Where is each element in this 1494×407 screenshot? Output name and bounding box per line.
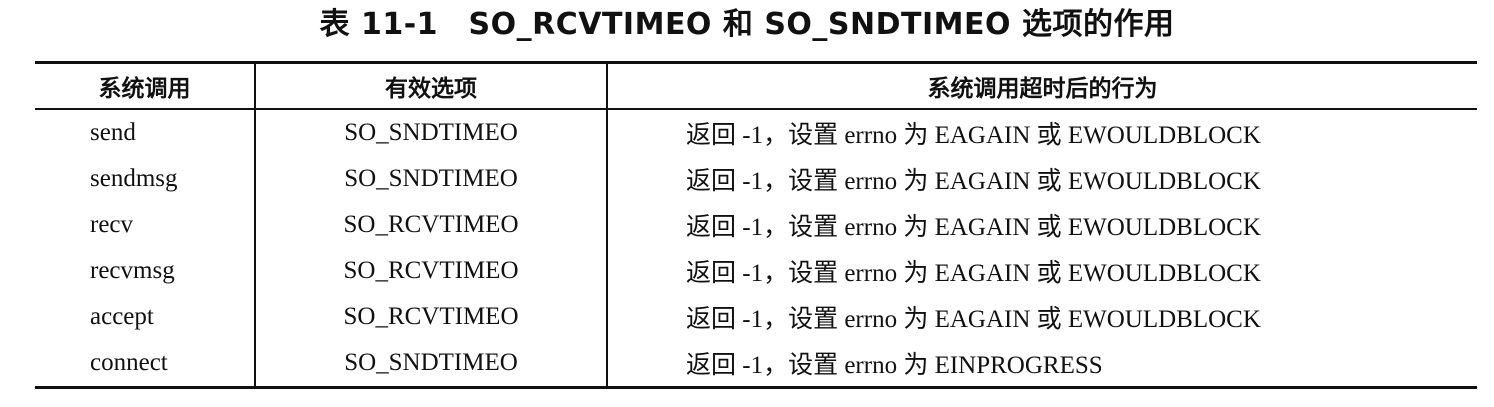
syscall-cell: recvmsg: [90, 257, 175, 284]
option-cell: SO_SNDTIMEO: [254, 156, 607, 202]
behavior-cell: 返回 -1，设置 errno 为 EINPROGRESS: [606, 340, 1477, 388]
table-row: accept SO_RCVTIMEO 返回 -1，设置 errno 为 EAGA…: [35, 294, 1477, 340]
behavior-cell: 返回 -1，设置 errno 为 EAGAIN 或 EWOULDBLOCK: [606, 202, 1477, 248]
table-row: recv SO_RCVTIMEO 返回 -1，设置 errno 为 EAGAIN…: [35, 202, 1477, 248]
behavior-cell: 返回 -1，设置 errno 为 EAGAIN 或 EWOULDBLOCK: [606, 248, 1477, 294]
syscall-cell: sendmsg: [90, 165, 178, 192]
table-row: recvmsg SO_RCVTIMEO 返回 -1，设置 errno 为 EAG…: [35, 248, 1477, 294]
option-cell: SO_SNDTIMEO: [254, 340, 607, 388]
syscall-cell: connect: [90, 349, 168, 376]
table-container: 系统调用 有效选项 系统调用超时后的行为 send SO_SNDTIMEO 返回…: [35, 61, 1477, 389]
syscall-cell: accept: [90, 303, 154, 330]
table-header-row: 系统调用 有效选项 系统调用超时后的行为: [35, 62, 1477, 110]
behavior-cell: 返回 -1，设置 errno 为 EAGAIN 或 EWOULDBLOCK: [606, 156, 1477, 202]
column-header-timeout-behavior: 系统调用超时后的行为: [606, 62, 1477, 110]
behavior-cell: 返回 -1，设置 errno 为 EAGAIN 或 EWOULDBLOCK: [606, 294, 1477, 340]
column-header-option: 有效选项: [254, 62, 607, 110]
option-cell: SO_SNDTIMEO: [254, 109, 607, 156]
column-header-syscall: 系统调用: [35, 62, 255, 110]
table-caption: 表 11-1 SO_RCVTIMEO 和 SO_SNDTIMEO 选项的作用: [319, 7, 1175, 42]
options-table: 系统调用 有效选项 系统调用超时后的行为 send SO_SNDTIMEO 返回…: [35, 61, 1477, 389]
table-row: send SO_SNDTIMEO 返回 -1，设置 errno 为 EAGAIN…: [35, 109, 1477, 156]
option-cell: SO_RCVTIMEO: [254, 248, 607, 294]
option-cell: SO_RCVTIMEO: [254, 294, 607, 340]
syscall-cell: send: [90, 119, 136, 146]
behavior-cell: 返回 -1，设置 errno 为 EAGAIN 或 EWOULDBLOCK: [606, 109, 1477, 156]
syscall-cell: recv: [90, 211, 134, 238]
option-cell: SO_RCVTIMEO: [254, 202, 607, 248]
table-row: connect SO_SNDTIMEO 返回 -1，设置 errno 为 EIN…: [35, 340, 1477, 388]
table-row: sendmsg SO_SNDTIMEO 返回 -1，设置 errno 为 EAG…: [35, 156, 1477, 202]
